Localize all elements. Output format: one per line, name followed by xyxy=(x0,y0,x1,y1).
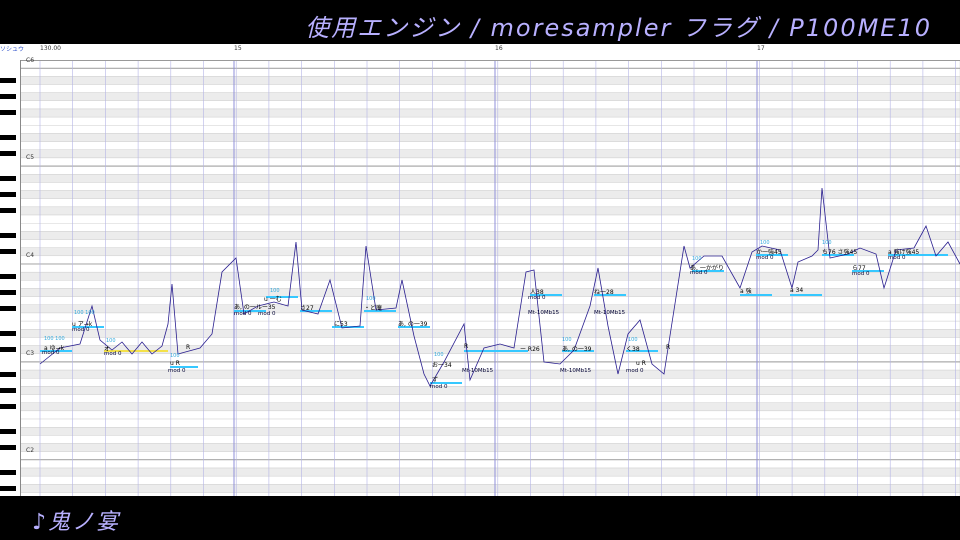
piano-black-key[interactable] xyxy=(0,134,16,140)
note-velocity: 100 100 xyxy=(44,336,65,342)
octave-label-c2: C2 xyxy=(26,447,35,454)
piano-black-key[interactable] xyxy=(0,469,16,475)
note-mod: mod 0 xyxy=(104,351,122,357)
note-lyric[interactable]: に53 xyxy=(334,319,348,328)
note-lyric[interactable]: ー R26 xyxy=(520,344,540,353)
engine-title: 使用エンジン / moresampler フラグ / P100ME10 xyxy=(305,14,932,42)
note-lyric[interactable]: ・ど庵 xyxy=(364,303,382,312)
octave-label-c3: C3 xyxy=(26,350,35,357)
note-velocity: 100 xyxy=(760,240,770,246)
piano-black-key[interactable] xyxy=(0,347,16,353)
note-lyric[interactable]: ち76 さ強45 xyxy=(822,247,857,256)
piano-black-key[interactable] xyxy=(0,330,16,336)
piano-black-key[interactable] xyxy=(0,208,16,214)
piano-black-key[interactable] xyxy=(0,94,16,100)
timeline-ruler[interactable]: ソシュウ 130.00 15 16 17 xyxy=(0,44,960,61)
note-lyric[interactable]: く38 xyxy=(626,344,640,353)
note-lyric[interactable]: R xyxy=(464,343,468,350)
piano-black-key[interactable] xyxy=(0,192,16,198)
note-mod: Mt-10Mb15 xyxy=(560,368,592,374)
note-velocity: 100 xyxy=(170,353,180,359)
note-lyric[interactable]: あ, の一ルー35 xyxy=(234,302,275,311)
note-mod: mod 0 xyxy=(430,384,448,390)
piano-black-key[interactable] xyxy=(0,273,16,279)
piano-black-key[interactable] xyxy=(0,428,16,434)
note-lyric[interactable]: R xyxy=(666,344,670,351)
note-velocity: 100 xyxy=(628,337,638,343)
measure-16-label: 16 xyxy=(495,45,503,52)
note-velocity: 100 xyxy=(692,256,702,262)
note-mod: Mt-10Mb15 xyxy=(594,310,626,316)
note-lyric[interactable]: a 34 xyxy=(790,287,803,294)
note-mod: mod 0 xyxy=(234,311,252,317)
note-mod: mod 0 xyxy=(626,368,644,374)
note-lyric[interactable]: ら77 xyxy=(852,263,866,272)
note-lyric[interactable]: u R xyxy=(170,360,180,367)
note-mod: mod 0 xyxy=(168,368,186,374)
note-lyric[interactable]: a 強 xyxy=(740,286,752,295)
note-mod: mod 0 xyxy=(690,270,708,276)
note-mod: mod 0 xyxy=(258,311,276,317)
octave-label-c4: C4 xyxy=(26,252,35,259)
piano-black-key[interactable] xyxy=(0,404,16,410)
piano-black-key[interactable] xyxy=(0,110,16,116)
tempo-label: 130.00 xyxy=(40,45,61,52)
piano-black-key[interactable] xyxy=(0,387,16,393)
piano-keyboard[interactable] xyxy=(0,60,21,496)
note-lyric[interactable]: さ27 xyxy=(300,303,314,312)
note-bar[interactable] xyxy=(790,294,822,296)
measure-17-label: 17 xyxy=(757,45,765,52)
note-mod: mod 0 xyxy=(756,255,774,261)
piano-black-key[interactable] xyxy=(0,175,16,181)
note-mod: mod 0 xyxy=(528,295,546,301)
piano-roll-grid[interactable] xyxy=(0,44,960,496)
measure-15-label: 15 xyxy=(234,45,242,52)
note-velocity: 100 xyxy=(434,352,444,358)
note-lyric[interactable]: あ, の一39 xyxy=(562,344,591,353)
note-lyric[interactable]: u R xyxy=(636,360,646,367)
piano-black-key[interactable] xyxy=(0,249,16,255)
note-velocity: 100 xyxy=(366,296,376,302)
note-lyric[interactable]: ず xyxy=(432,375,438,384)
piano-black-key[interactable] xyxy=(0,151,16,157)
title-bar: 使用エンジン / moresampler フラグ / P100ME10 xyxy=(0,0,960,44)
piano-black-key[interactable] xyxy=(0,485,16,491)
ruler-corner-label: ソシュウ xyxy=(0,46,25,53)
footer-bar: ♪鬼ノ宴 xyxy=(0,496,960,540)
note-velocity: 100 xyxy=(562,337,572,343)
piano-black-key[interactable] xyxy=(0,445,16,451)
note-mod: Mt-10Mb15 xyxy=(528,310,560,316)
note-lyric[interactable]: u 一む xyxy=(264,294,282,303)
piano-black-key[interactable] xyxy=(0,371,16,377)
piano-black-key[interactable] xyxy=(0,289,16,295)
note-bar[interactable] xyxy=(464,350,496,352)
octave-label-c6: C6 xyxy=(26,57,35,64)
octave-label-c5: C5 xyxy=(26,154,35,161)
note-mod: Mt-10Mb15 xyxy=(462,368,494,374)
song-title: ♪鬼ノ宴 xyxy=(32,510,121,535)
piano-black-key[interactable] xyxy=(0,232,16,238)
piano-black-key[interactable] xyxy=(0,77,16,83)
note-lyric[interactable]: R xyxy=(186,344,190,351)
note-lyric[interactable]: ね一28 xyxy=(594,287,614,296)
note-velocity: 100 xyxy=(822,240,832,246)
note-velocity: 100 100 xyxy=(74,310,95,316)
note-mod: mod 0 xyxy=(42,350,60,356)
note-lyric[interactable]: あ, の一39 xyxy=(398,319,427,328)
piano-roll-editor[interactable]: ソシュウ 130.00 15 16 17 C6 C5 C4 C3 C2 100 … xyxy=(0,44,960,496)
piano-black-key[interactable] xyxy=(0,306,16,312)
note-lyric[interactable]: お一34 xyxy=(432,360,452,369)
note-mod: mod 0 xyxy=(72,327,90,333)
note-mod: mod 0 xyxy=(888,255,906,261)
